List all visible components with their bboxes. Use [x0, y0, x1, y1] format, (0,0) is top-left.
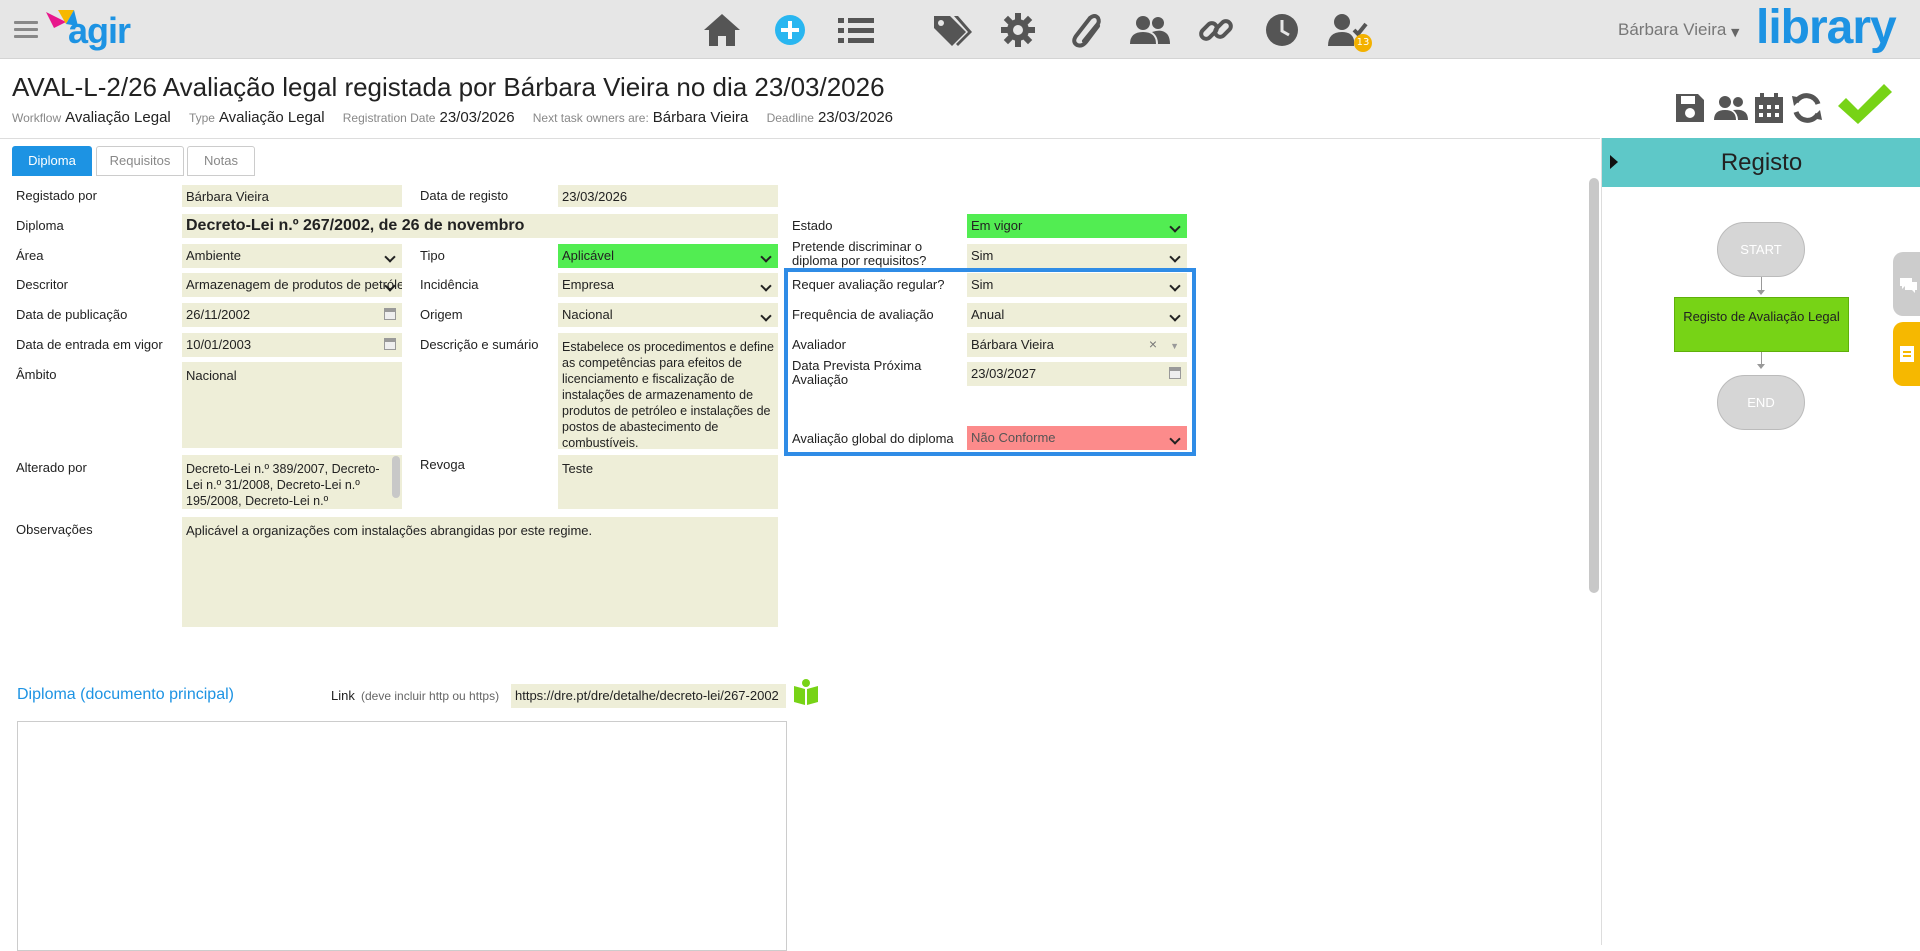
workflow-panel-title: Registo — [1720, 149, 1803, 176]
meta-label: Type — [188, 111, 215, 125]
revoga-field[interactable]: Teste — [558, 455, 778, 509]
meta-label: Deadline — [766, 111, 814, 125]
logo-text[interactable]: agir — [68, 10, 131, 52]
workflow-task-node[interactable]: Registo de Avaliação Legal — [1674, 297, 1849, 352]
label-estado: Estado — [792, 218, 833, 233]
open-book-icon[interactable] — [792, 678, 820, 706]
label-incidencia: Incidência — [420, 277, 479, 292]
menu-icon[interactable] — [14, 21, 38, 39]
label-data-entrada: Data de entrada em vigor — [16, 337, 163, 352]
refresh-icon[interactable] — [1790, 92, 1824, 128]
alterado-por-scrollbar[interactable] — [392, 456, 400, 498]
link-input[interactable]: https://dre.pt/dre/detalhe/decreto-lei/2… — [511, 684, 786, 708]
estado-select[interactable]: Em vigor — [967, 214, 1187, 238]
data-publicacao-value: 26/11/2002 — [186, 307, 251, 322]
highlight-box — [784, 268, 1196, 456]
discriminar-select[interactable]: Sim — [967, 244, 1187, 268]
meta-label: Registration Date — [342, 111, 436, 125]
users-icon[interactable] — [1714, 92, 1748, 128]
observacoes-field[interactable]: Aplicável a organizações com instalações… — [182, 517, 778, 627]
label-diploma: Diploma — [16, 218, 64, 233]
meta-deadline: 23/03/2026 — [817, 109, 894, 126]
label-registado-por: Registado por — [16, 188, 97, 203]
label-alterado-por: Alterado por — [16, 460, 87, 475]
meta-label: Next task owners are: — [532, 111, 649, 125]
meta-owners: Bárbara Vieira — [652, 109, 749, 126]
label-observacoes: Observações — [16, 522, 93, 537]
diploma-field[interactable]: Decreto-Lei n.º 267/2002, de 26 de novem… — [182, 214, 778, 238]
arrow-down-icon — [1757, 290, 1765, 295]
main-scrollbar[interactable] — [1589, 178, 1599, 593]
label-revoga: Revoga — [420, 457, 465, 472]
add-icon[interactable] — [768, 10, 812, 50]
tags-icon[interactable] — [930, 10, 974, 50]
data-entrada-value: 10/01/2003 — [186, 337, 252, 352]
divider — [0, 138, 1600, 139]
data-registo-field[interactable]: 23/03/2026 — [558, 185, 778, 207]
save-icon[interactable] — [1674, 92, 1706, 128]
top-bar: agir 13 Bárbara Vieira ▼ library — [0, 0, 1920, 59]
link-hint: (deve incluir http ou https) — [361, 689, 500, 703]
chat-tab[interactable] — [1893, 252, 1920, 316]
meta-workflow: Avaliação Legal — [65, 109, 171, 126]
ambito-field[interactable]: Nacional — [182, 362, 402, 448]
link-label: Link — [331, 688, 355, 703]
label-descritor: Descritor — [16, 277, 69, 292]
label-data-publicacao: Data de publicação — [16, 307, 128, 322]
label-discriminar: Pretende discriminar o diploma por requi… — [792, 239, 927, 268]
user-menu[interactable]: Bárbara Vieira — [1618, 20, 1726, 40]
workflow-connector — [1761, 277, 1762, 291]
data-entrada-field[interactable]: 10/01/2003 — [182, 333, 402, 357]
label-area: Área — [16, 248, 44, 263]
chevron-down-icon[interactable]: ▼ — [1731, 26, 1739, 39]
tab-notas[interactable]: Notas — [187, 146, 255, 176]
tab-diploma[interactable]: Diploma — [12, 146, 92, 176]
descricao-field[interactable]: Estabelece os procedimentos e define as … — [558, 333, 778, 449]
tab-requisitos[interactable]: Requisitos — [96, 146, 184, 176]
origem-select[interactable]: Nacional — [558, 303, 778, 327]
label-data-registo: Data de registo — [420, 188, 509, 203]
home-icon[interactable] — [700, 10, 744, 50]
label-descricao: Descrição e sumário — [420, 337, 539, 352]
area-select[interactable]: Ambiente — [182, 244, 402, 268]
label-tipo: Tipo — [420, 248, 445, 263]
arrow-down-icon — [1757, 364, 1765, 369]
alterado-por-field[interactable]: Decreto-Lei n.º 389/2007, Decreto-Lei n.… — [182, 455, 402, 509]
registado-por-field[interactable]: Bárbara Vieira — [182, 185, 402, 207]
submit-check-icon[interactable] — [1836, 82, 1892, 130]
calendar-icon[interactable] — [384, 308, 396, 320]
workflow-panel-header[interactable]: Registo — [1602, 138, 1920, 187]
incidencia-select[interactable]: Empresa — [558, 273, 778, 297]
link-icon[interactable] — [1194, 10, 1238, 50]
brand-logo: library — [1756, 1, 1897, 54]
label-ambito: Âmbito — [16, 367, 57, 382]
workflow-start-node[interactable]: START — [1717, 222, 1805, 277]
calendar-icon[interactable] — [1754, 92, 1784, 128]
record-meta: Workflow Avaliação Legal Type Avaliação Le… — [12, 109, 907, 126]
users-icon[interactable] — [1128, 10, 1172, 50]
workflow-end-node[interactable]: END — [1717, 375, 1805, 430]
gear-icon[interactable] — [996, 10, 1040, 50]
meta-regdate: 23/03/2026 — [439, 109, 515, 126]
meta-type: Avaliação Legal — [218, 109, 325, 126]
data-publicacao-field[interactable]: 26/11/2002 — [182, 303, 402, 327]
notes-tab[interactable] — [1893, 322, 1920, 386]
clock-icon[interactable] — [1260, 10, 1304, 50]
descritor-select[interactable]: Armazenagem de produtos de petróleo — [182, 273, 402, 297]
paperclip-icon[interactable] — [1062, 10, 1106, 50]
list-icon[interactable] — [834, 10, 878, 50]
notification-badge: 13 — [1354, 34, 1372, 52]
workflow-panel: Registo START Registo de Avaliação Legal… — [1601, 138, 1920, 945]
label-origem: Origem — [420, 307, 463, 322]
calendar-icon[interactable] — [384, 338, 396, 350]
document-title: Diploma (documento principal) — [17, 686, 234, 703]
tipo-select[interactable]: Aplicável — [558, 244, 778, 268]
page-title: AVAL-L-2/26 Avaliação legal registada po… — [12, 72, 885, 102]
meta-label: Workflow — [12, 111, 62, 125]
document-viewer[interactable] — [17, 721, 787, 951]
